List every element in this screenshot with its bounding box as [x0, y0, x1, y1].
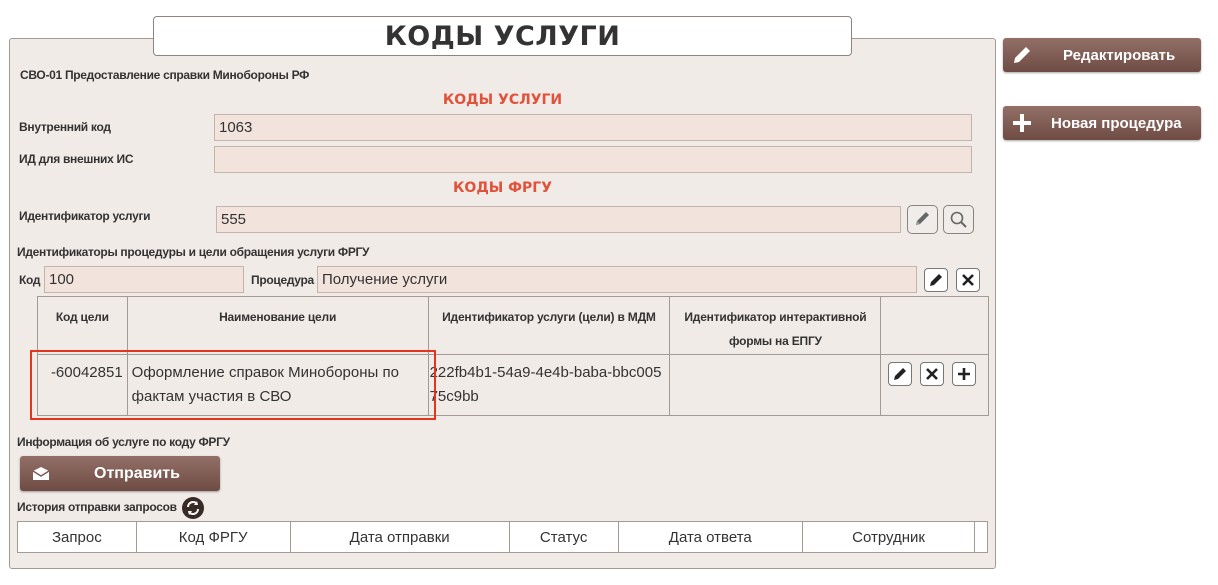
column-header: Статус	[508, 521, 619, 553]
internal-code-field[interactable]: 1063	[214, 114, 972, 141]
edit-button-label: Редактировать	[1063, 46, 1176, 64]
epgu-id-cell	[669, 354, 882, 416]
service-identifier-label: Идентификатор услуги	[19, 209, 151, 223]
external-id-field[interactable]	[214, 146, 972, 173]
pencil-icon	[1014, 47, 1030, 63]
send-button[interactable]: Отправить	[20, 456, 220, 491]
column-header: Сотрудник	[801, 521, 976, 553]
edit-button[interactable]: Редактировать	[1003, 38, 1201, 72]
highlight-box	[30, 350, 436, 420]
page-title: КОДЫ УСЛУГИ	[153, 16, 852, 56]
add-goal-button[interactable]	[952, 362, 976, 386]
history-scroll-cell	[974, 521, 988, 553]
close-icon	[926, 368, 938, 380]
column-header: Код ФРГУ	[135, 521, 291, 553]
procedure-section-label: Идентификаторы процедуры и цели обращени…	[17, 245, 370, 259]
column-header: Запрос	[17, 521, 137, 553]
internal-code-label: Внутренний код	[19, 120, 111, 134]
close-icon	[962, 274, 974, 286]
procedure-label: Процедура	[251, 273, 314, 287]
plus-icon	[1013, 114, 1031, 132]
column-header: Код цели	[37, 296, 128, 355]
search-icon	[950, 211, 967, 228]
refresh-icon	[182, 497, 204, 519]
column-header: Идентификатор услуги (цели) в МДМ	[427, 296, 671, 355]
history-table: Запрос Код ФРГУ Дата отправки Статус Дат…	[17, 521, 988, 553]
service-name: СВО-01 Предоставление справки Минобороны…	[20, 68, 310, 82]
pencil-icon	[930, 274, 942, 286]
plus-icon	[958, 368, 970, 380]
column-header: Наименование цели	[126, 296, 429, 355]
history-label: История отправки запросов	[17, 500, 177, 514]
pencil-icon	[894, 368, 906, 380]
mdm-id-cell: 222fb4b1-54a9-4e4b-baba-bbc00575c9bb	[427, 354, 671, 416]
refresh-button[interactable]	[181, 496, 205, 520]
code-label: Код	[19, 273, 41, 287]
section-frgu-title: КОДЫ ФРГУ	[452, 180, 553, 196]
section-codes-title: КОДЫ УСЛУГИ	[442, 92, 563, 108]
service-identifier-field[interactable]: 555	[216, 206, 901, 233]
frgu-info-label: Информация об услуге по коду ФРГУ	[17, 435, 230, 449]
column-header: Дата ответа	[617, 521, 803, 553]
send-button-label: Отправить	[94, 464, 180, 482]
new-procedure-button[interactable]: Новая процедура	[1003, 106, 1201, 140]
search-identifier-button[interactable]	[943, 205, 974, 234]
new-procedure-button-label: Новая процедура	[1051, 114, 1182, 132]
procedure-field[interactable]: Получение услуги	[317, 266, 917, 293]
column-header: Идентификатор интерактивной формы на ЕПГ…	[669, 296, 882, 355]
edit-goal-button[interactable]	[888, 362, 912, 386]
delete-goal-button[interactable]	[920, 362, 944, 386]
external-id-label: ИД для внешних ИС	[19, 152, 134, 166]
envelope-icon	[32, 466, 50, 480]
delete-procedure-button[interactable]	[956, 268, 980, 292]
procedure-code-field[interactable]: 100	[44, 266, 244, 293]
actions-header	[880, 296, 989, 355]
edit-procedure-button[interactable]	[924, 268, 948, 292]
goals-table-header: Код цели Наименование цели Идентификатор…	[37, 296, 989, 355]
column-header: Дата отправки	[289, 521, 510, 553]
edit-identifier-button[interactable]	[907, 205, 938, 234]
pencil-icon	[916, 212, 929, 225]
history-header-row: Запрос Код ФРГУ Дата отправки Статус Дат…	[17, 521, 988, 553]
